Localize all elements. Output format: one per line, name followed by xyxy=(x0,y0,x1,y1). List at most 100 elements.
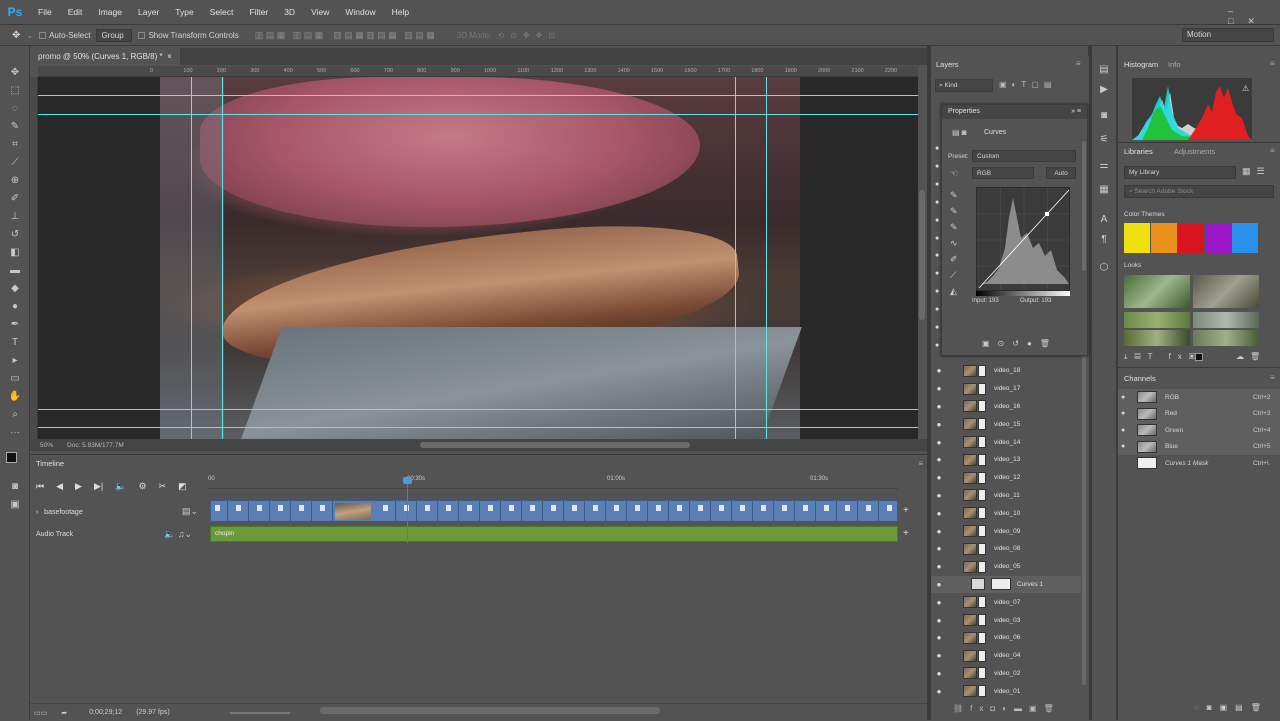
layer-row[interactable]: ● video_16 xyxy=(931,398,1081,416)
layer-row[interactable]: ● video_06 xyxy=(931,629,1081,647)
split-icon[interactable]: ✂ xyxy=(159,481,167,492)
character-panel-icon[interactable]: A xyxy=(1098,214,1110,226)
properties-scrollbar[interactable] xyxy=(1082,141,1086,271)
auto-select-checkbox[interactable]: Auto-Select xyxy=(39,31,90,40)
guide-line[interactable] xyxy=(38,95,918,96)
menu-select[interactable]: Select xyxy=(202,7,242,17)
clip-marker[interactable] xyxy=(866,505,871,511)
color-swatch[interactable] xyxy=(1205,223,1231,253)
libraries-tab[interactable]: Libraries xyxy=(1124,147,1153,156)
visibility-eye-icon[interactable]: ● xyxy=(931,633,947,642)
layer-row[interactable]: ● video_14 xyxy=(931,433,1081,451)
lasso-icon[interactable]: ◌ xyxy=(8,102,22,116)
clip-marker[interactable] xyxy=(467,505,472,511)
align-icons[interactable]: ▥ ▤ ▦ ▥ ▤ ▦ ▥ ▤ ▦ ▥ ▤ ▦ ▥ ▤ ▦ xyxy=(255,30,435,41)
layers-tab[interactable]: Layers xyxy=(936,60,959,69)
layer-row[interactable]: ● video_18 xyxy=(931,362,1081,380)
clip-marker[interactable] xyxy=(614,505,619,511)
visibility-eye-icon[interactable]: ● xyxy=(931,455,947,464)
panel-menu-icon[interactable]: ≡ xyxy=(1270,146,1275,155)
channels-tab[interactable]: Channels xyxy=(1124,374,1156,383)
render-icon[interactable]: ▭▭ xyxy=(34,709,47,717)
blur-icon[interactable]: ◆ xyxy=(8,282,22,296)
clip-marker[interactable] xyxy=(236,505,241,511)
move-tool-icon[interactable]: ✥ xyxy=(12,30,20,41)
layer-row[interactable]: ● video_15 xyxy=(931,415,1081,433)
clip-marker[interactable] xyxy=(278,505,283,511)
visibility-eye-icon[interactable]: ● xyxy=(1121,443,1131,450)
layer-row[interactable]: ● video_09 xyxy=(931,522,1081,540)
clip-marker[interactable] xyxy=(509,505,514,511)
foreground-swatch[interactable] xyxy=(1195,353,1203,361)
menu-file[interactable]: File xyxy=(30,7,60,17)
quick-select-icon[interactable]: ✎ xyxy=(8,120,22,134)
clip-marker[interactable] xyxy=(551,505,556,511)
stock-search-input[interactable]: ⌕ Search Adobe Stock xyxy=(1124,185,1274,198)
brush-icon[interactable]: ✐ xyxy=(8,192,22,206)
view-mode-icons[interactable]: ▦☰ xyxy=(1242,166,1271,177)
guide-line[interactable] xyxy=(38,114,918,115)
visibility-eye-icon[interactable]: ● xyxy=(1121,394,1131,401)
layer-row[interactable]: ● video_10 xyxy=(931,504,1081,522)
clip-marker[interactable] xyxy=(824,505,829,511)
menu-3d[interactable]: 3D xyxy=(276,7,303,17)
screen-mode-icon[interactable]: ▣ xyxy=(8,498,22,512)
adjust-panel-icon[interactable]: ⚟ xyxy=(1098,134,1110,146)
guide-line[interactable] xyxy=(222,77,223,439)
group-select[interactable]: Group xyxy=(96,28,133,42)
filter-icons[interactable]: ▣◐T▢▤ xyxy=(999,80,1056,89)
look-thumbnail[interactable] xyxy=(1124,330,1190,346)
clip-marker[interactable] xyxy=(593,505,598,511)
layer-row[interactable]: ● video_03 xyxy=(931,611,1081,629)
channel-row[interactable]: ● RGB Ctrl+2 xyxy=(1118,389,1280,406)
channel-row[interactable]: ● Blue Ctrl+5 xyxy=(1118,438,1280,455)
layer-row[interactable]: ● video_11 xyxy=(931,487,1081,505)
clip-marker[interactable] xyxy=(677,505,682,511)
guide-line[interactable] xyxy=(38,427,918,428)
look-thumbnail[interactable] xyxy=(1193,275,1259,308)
menu-help[interactable]: Help xyxy=(384,7,417,17)
canvas-horizontal-scrollbar[interactable] xyxy=(420,442,690,448)
zoom-icon[interactable]: ⌕ xyxy=(8,408,22,422)
input-readout[interactable]: Input: 193 xyxy=(972,298,999,304)
sliders-icon[interactable]: ⚌ xyxy=(1098,160,1110,172)
pen-icon[interactable]: ✒ xyxy=(8,318,22,332)
warning-icon[interactable]: ⚠ xyxy=(1242,84,1249,93)
panel-menu-icon[interactable]: ≡ xyxy=(1270,59,1275,68)
library-footer-icons[interactable]: ⤓▤T fx▣ xyxy=(1124,352,1202,362)
layer-row[interactable]: ● video_08 xyxy=(931,540,1081,558)
clip-marker[interactable] xyxy=(383,505,388,511)
visibility-eye-icon[interactable]: ● xyxy=(931,651,947,660)
history-brush-icon[interactable]: ↺ xyxy=(8,228,22,242)
curve-tool-icons[interactable]: ✎ ✎ ✎ ∿ ✐ ⟋ ◭ xyxy=(950,187,958,299)
playhead[interactable] xyxy=(407,477,408,543)
swatches-panel-icon[interactable]: ▦ xyxy=(1098,184,1110,196)
panel-menu-icon[interactable]: ≡ xyxy=(1076,59,1081,68)
layer-row[interactable]: ● video_07 xyxy=(931,593,1081,611)
channel-select[interactable]: RGB xyxy=(972,167,1034,179)
panel-menu-icon[interactable]: ≡ xyxy=(918,459,923,468)
doc-info[interactable]: Doc: 5.93M/177.7M xyxy=(67,442,124,449)
canvas[interactable] xyxy=(38,77,918,439)
timeline-ruler[interactable]: 00 00:30s 01:00s 01:30s xyxy=(208,473,898,489)
crop-icon[interactable]: ⌗ xyxy=(8,138,22,152)
playhead-handle[interactable] xyxy=(403,477,412,484)
look-thumbnail[interactable] xyxy=(1124,312,1190,328)
go-to-first-frame-icon[interactable]: ⏮ xyxy=(36,481,44,492)
auto-button[interactable]: Auto xyxy=(1046,167,1076,179)
play-panel-icon[interactable]: ▶ xyxy=(1098,84,1110,96)
look-thumbnail[interactable] xyxy=(1193,330,1259,346)
move-icon[interactable]: ✥ xyxy=(8,66,22,80)
timeline-scrollbar[interactable] xyxy=(320,707,660,714)
adjustments-tab[interactable]: Adjustments xyxy=(1174,147,1215,156)
visibility-eye-icon[interactable]: ● xyxy=(931,509,947,518)
show-transform-checkbox[interactable]: Show Transform Controls xyxy=(138,31,239,40)
filter-kind-select[interactable]: ⌕ Kind xyxy=(935,79,993,92)
clip-marker[interactable] xyxy=(719,505,724,511)
layer-row[interactable]: ● Curves 1 xyxy=(931,575,1081,594)
add-media-icon[interactable]: + xyxy=(903,505,909,516)
info-tab[interactable]: Info xyxy=(1168,60,1181,69)
menu-window[interactable]: Window xyxy=(337,7,383,17)
audio-track-label[interactable]: Audio Track xyxy=(36,531,73,538)
look-thumbnail[interactable] xyxy=(1193,312,1259,328)
